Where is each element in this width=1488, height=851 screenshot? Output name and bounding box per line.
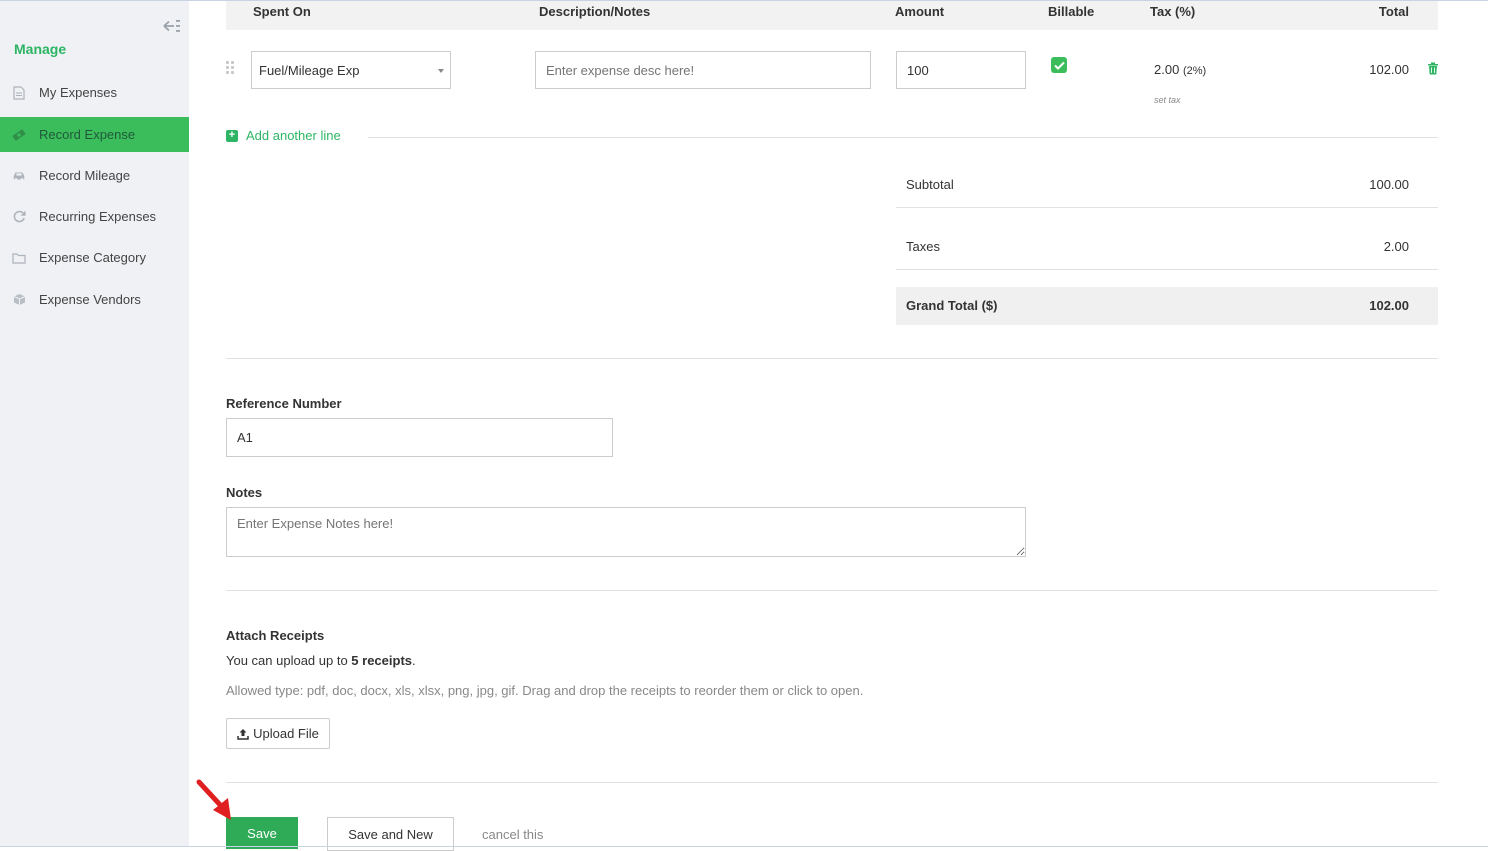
sidebar: Manage My Expenses Record Expense Record…	[0, 1, 189, 846]
taxes-value: 2.00	[1383, 239, 1409, 254]
checkmark-icon	[1053, 61, 1065, 70]
chevron-down-icon	[438, 69, 444, 73]
spent-on-select[interactable]: Fuel/Mileage Exp	[251, 51, 451, 89]
sidebar-item-record-mileage[interactable]: Record Mileage	[0, 158, 189, 193]
upload-limit-count: 5 receipts	[351, 653, 412, 668]
grand-total-label: Grand Total ($)	[906, 298, 998, 313]
billable-checkbox[interactable]	[1051, 57, 1067, 73]
attach-receipts-title: Attach Receipts	[226, 628, 325, 643]
add-line-label: Add another line	[246, 128, 341, 143]
tax-amount: 2.00	[1154, 62, 1180, 77]
subtotal-value: 100.00	[1369, 177, 1409, 192]
header-tax: Tax (%)	[1150, 4, 1196, 19]
allowed-types-text: Allowed type: pdf, doc, docx, xls, xlsx,…	[226, 683, 864, 698]
plus-icon: +	[226, 129, 238, 142]
bottom-border	[0, 846, 1488, 847]
reference-number-input[interactable]	[226, 418, 613, 457]
grand-total-value: 102.00	[1369, 298, 1409, 313]
description-input[interactable]	[535, 51, 871, 89]
drag-handle-icon[interactable]	[226, 61, 236, 75]
tax-percent: (2%)	[1182, 65, 1207, 77]
sidebar-item-label: Record Expense	[39, 127, 136, 142]
reference-number-label: Reference Number	[226, 396, 342, 411]
notes-textarea[interactable]	[226, 507, 1026, 557]
sidebar-item-label: Expense Category	[39, 250, 146, 265]
taxes-label: Taxes	[906, 239, 940, 254]
trash-icon[interactable]	[1427, 62, 1439, 75]
collapse-sidebar-icon[interactable]	[163, 18, 181, 34]
cancel-link[interactable]: cancel this	[482, 827, 543, 842]
upload-limit-text: You can upload up to 5 receipts.	[226, 653, 416, 668]
folder-icon	[12, 251, 26, 265]
row-total: 102.00	[1369, 62, 1409, 77]
upload-icon	[237, 728, 249, 740]
main-content: Spent On Description/Notes Amount Billab…	[189, 1, 1488, 851]
sidebar-item-label: Recurring Expenses	[39, 209, 157, 224]
red-arrow-icon	[196, 779, 231, 820]
header-total: Total	[1378, 4, 1409, 19]
upload-file-button[interactable]: Upload File	[226, 718, 330, 749]
sidebar-item-label: Record Mileage	[39, 168, 131, 183]
divider	[896, 269, 1438, 270]
refresh-icon	[12, 210, 26, 224]
tax-value: 2.00 (2%)	[1154, 62, 1206, 77]
divider	[896, 207, 1438, 208]
sidebar-item-expense-category[interactable]: Expense Category	[0, 240, 189, 275]
divider	[226, 590, 1438, 591]
expense-table-header: Spent On Description/Notes Amount Billab…	[226, 1, 1438, 30]
upload-limit-prefix: You can upload up to	[226, 653, 352, 668]
sidebar-item-label: My Expenses	[39, 85, 118, 100]
amount-input[interactable]	[896, 51, 1026, 89]
sidebar-title: Manage	[14, 41, 67, 57]
money-icon	[12, 128, 26, 142]
header-amount: Amount	[895, 4, 945, 19]
divider	[226, 358, 1438, 359]
car-icon	[12, 169, 26, 183]
box-icon	[12, 293, 26, 307]
upload-file-label: Upload File	[253, 726, 319, 741]
subtotal-label: Subtotal	[906, 177, 954, 192]
header-billable: Billable	[1048, 4, 1095, 19]
add-line-button[interactable]: + Add another line	[226, 128, 341, 143]
sidebar-item-label: Expense Vendors	[39, 292, 141, 307]
notes-label: Notes	[226, 485, 263, 500]
sidebar-item-expense-vendors[interactable]: Expense Vendors	[0, 282, 189, 317]
sidebar-item-recurring-expenses[interactable]: Recurring Expenses	[0, 199, 189, 234]
upload-limit-suffix: .	[412, 653, 416, 668]
set-tax-link[interactable]: set tax	[1154, 95, 1181, 105]
header-description: Description/Notes	[539, 4, 651, 19]
divider	[368, 137, 1438, 138]
sidebar-item-record-expense[interactable]: Record Expense	[0, 117, 189, 152]
document-icon	[12, 85, 26, 100]
divider	[226, 782, 1438, 783]
header-spent-on: Spent On	[253, 4, 311, 19]
sidebar-item-my-expenses[interactable]: My Expenses	[0, 75, 189, 110]
spent-on-value: Fuel/Mileage Exp	[259, 63, 360, 78]
